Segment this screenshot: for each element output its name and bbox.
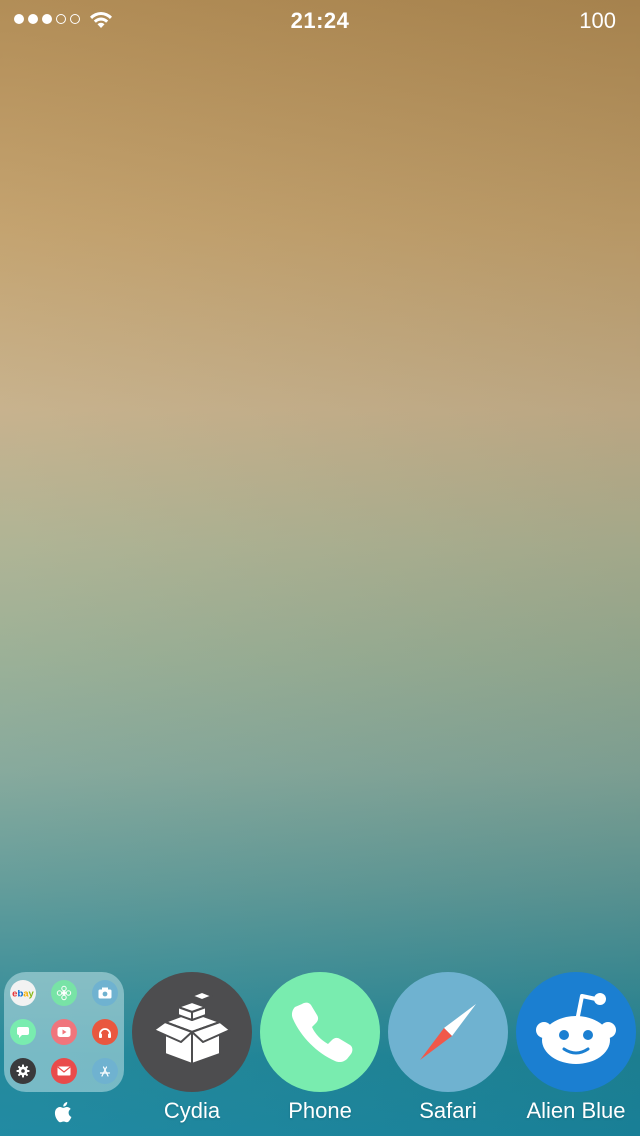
messages-mini-icon <box>10 1019 36 1045</box>
battery-percentage: 100 <box>579 8 616 33</box>
svg-text:ebay: ebay <box>12 989 34 1000</box>
app-safari[interactable]: Safari <box>384 972 512 1124</box>
compass-icon[interactable] <box>388 972 508 1092</box>
reddit-alien-icon[interactable] <box>516 972 636 1092</box>
headphones-mini-icon <box>92 1019 118 1045</box>
app-label: Cydia <box>163 1098 221 1123</box>
folder-label <box>0 1100 128 1126</box>
phone-handset-icon[interactable] <box>260 972 380 1092</box>
ebay-mini-icon: ebay <box>10 980 36 1006</box>
dock: ebay Cydia Phone Safari Alien Blue <box>0 972 640 1136</box>
app-label: Alien Blue <box>526 1098 626 1123</box>
cydia-box-icon[interactable] <box>132 972 252 1092</box>
youtube-mini-icon <box>51 1019 77 1045</box>
settings-gear-mini-icon <box>10 1058 36 1084</box>
status-bar: 21:24 100 <box>0 0 640 40</box>
flower-mini-icon <box>51 980 77 1006</box>
home-screen: 21:24 100 ebay Cydia Phone Safari Alien … <box>0 0 640 1136</box>
app-store-mini-icon <box>92 1058 118 1084</box>
folder-icon[interactable]: ebay <box>4 972 124 1092</box>
app-folder[interactable]: ebay <box>0 972 128 1126</box>
app-phone[interactable]: Phone <box>256 972 384 1124</box>
status-time: 21:24 <box>290 8 350 33</box>
mail-mini-icon <box>51 1058 77 1084</box>
camera-mini-icon <box>92 980 118 1006</box>
app-label: Safari <box>419 1098 477 1123</box>
apple-logo-icon <box>54 1102 72 1123</box>
app-alien-blue[interactable]: Alien Blue <box>512 972 640 1124</box>
app-cydia[interactable]: Cydia <box>128 972 256 1124</box>
app-label: Phone <box>288 1098 352 1123</box>
